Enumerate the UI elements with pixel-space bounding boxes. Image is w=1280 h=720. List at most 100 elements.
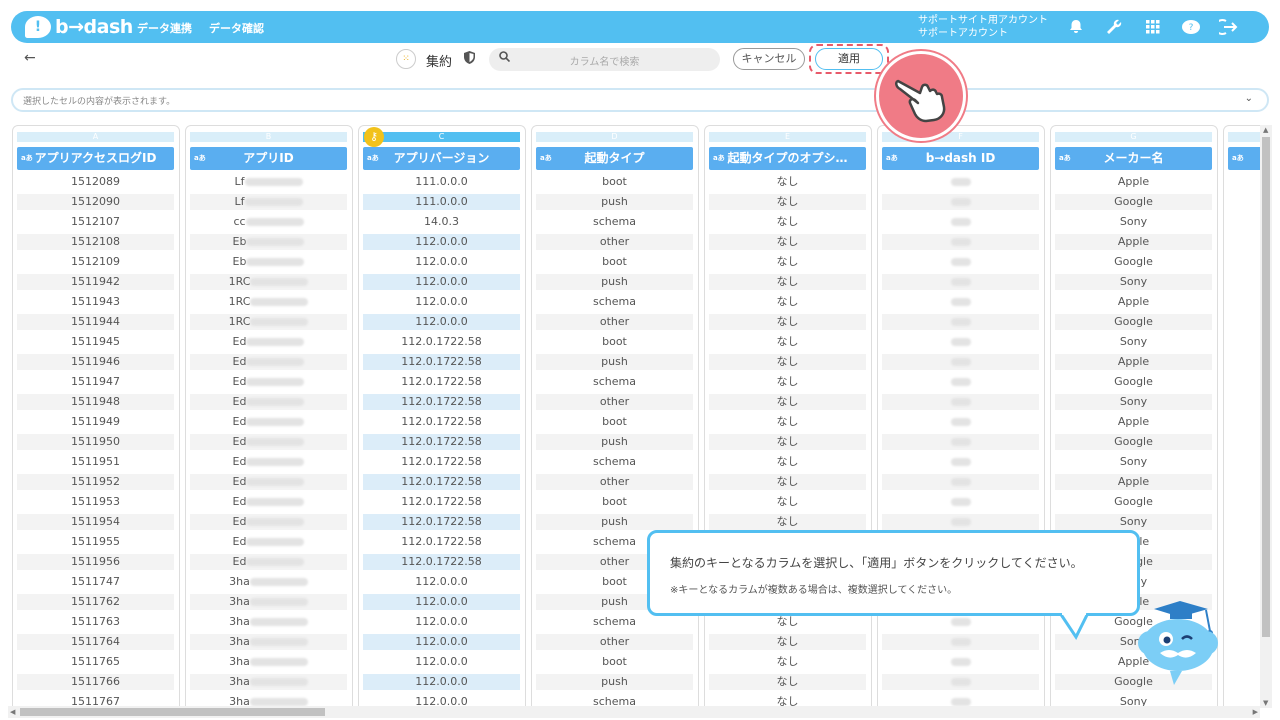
table-cell[interactable]: Ed (190, 394, 347, 410)
table-cell[interactable]: Apple (1055, 354, 1212, 370)
table-cell[interactable]: Ed (190, 494, 347, 510)
column-header[interactable]: aあ アプリアクセスログID (17, 147, 174, 170)
table-cell[interactable]: Lf (190, 194, 347, 210)
grid-icon[interactable] (1143, 17, 1163, 37)
table-cell[interactable]: Ed (190, 534, 347, 550)
table-cell[interactable] (882, 234, 1039, 250)
table-cell[interactable]: なし (709, 374, 866, 390)
table-cell[interactable]: 111.0.0.0 (363, 194, 520, 210)
shield-icon[interactable] (464, 51, 475, 67)
table-cell[interactable]: other (536, 634, 693, 650)
table-cell[interactable]: schema (536, 454, 693, 470)
table-cell[interactable]: 112.0.1722.58 (363, 374, 520, 390)
table-cell[interactable]: 1512107 (17, 214, 174, 230)
column-letter[interactable]: B (190, 132, 347, 142)
table-cell[interactable]: 112.0.0.0 (363, 254, 520, 270)
table-cell[interactable]: other (536, 234, 693, 250)
table-cell[interactable]: Ed (190, 474, 347, 490)
table-cell[interactable]: なし (709, 454, 866, 470)
table-cell[interactable]: 1RC (190, 294, 347, 310)
table-cell[interactable] (882, 454, 1039, 470)
table-cell[interactable]: boot (536, 174, 693, 190)
scroll-down-icon[interactable]: ▼ (1263, 699, 1268, 707)
table-cell[interactable]: boot (536, 334, 693, 350)
table-cell[interactable]: 1511949 (17, 414, 174, 430)
table-cell[interactable]: 1511952 (17, 474, 174, 490)
table-cell[interactable]: 112.0.1722.58 (363, 554, 520, 570)
table-cell[interactable]: 1511946 (17, 354, 174, 370)
table-cell[interactable] (882, 474, 1039, 490)
table-cell[interactable]: Apple (1055, 174, 1212, 190)
vertical-scroll-thumb[interactable] (1262, 137, 1270, 637)
table-cell[interactable]: push (536, 354, 693, 370)
table-cell[interactable]: Sony (1055, 334, 1212, 350)
table-cell[interactable]: boot (536, 654, 693, 670)
table-cell[interactable]: なし (709, 614, 866, 630)
table-cell[interactable]: なし (709, 174, 866, 190)
table-cell[interactable]: 1511764 (17, 634, 174, 650)
table-cell[interactable]: 3ha (190, 654, 347, 670)
table-cell[interactable]: Ed (190, 514, 347, 530)
table-cell[interactable]: 112.0.0.0 (363, 294, 520, 310)
scroll-left-icon[interactable]: ◀ (10, 708, 15, 716)
table-cell[interactable]: boot (536, 494, 693, 510)
wrench-icon[interactable] (1104, 17, 1124, 37)
table-cell[interactable]: なし (709, 254, 866, 270)
table-cell[interactable] (882, 174, 1039, 190)
table-cell[interactable]: なし (709, 434, 866, 450)
table-cell[interactable] (882, 254, 1039, 270)
table-cell[interactable]: Eb (190, 234, 347, 250)
column-header[interactable]: aあ b→dash ID (882, 147, 1039, 170)
table-cell[interactable]: Apple (1055, 474, 1212, 490)
table-cell[interactable]: 1511766 (17, 674, 174, 690)
table-cell[interactable]: 112.0.1722.58 (363, 474, 520, 490)
table-cell[interactable]: other (536, 474, 693, 490)
table-cell[interactable]: なし (709, 234, 866, 250)
table-cell[interactable]: 1511747 (17, 574, 174, 590)
table-cell[interactable]: 1511763 (17, 614, 174, 630)
table-cell[interactable]: 1512109 (17, 254, 174, 270)
table-cell[interactable]: Apple (1055, 294, 1212, 310)
column-header[interactable]: aあ メーカー名 (1055, 147, 1212, 170)
column-letter[interactable]: H (1228, 132, 1260, 142)
table-cell[interactable]: push (536, 434, 693, 450)
column-header[interactable]: aあ (1228, 147, 1260, 170)
column-d[interactable]: Daあ 起動タイプ boot push schema other boot push schem… (531, 125, 699, 708)
table-cell[interactable]: 112.0.1722.58 (363, 494, 520, 510)
table-cell[interactable]: push (536, 274, 693, 290)
table-cell[interactable]: 1512108 (17, 234, 174, 250)
table-cell[interactable]: Eb (190, 254, 347, 270)
table-cell[interactable] (882, 654, 1039, 670)
table-cell[interactable]: 1511953 (17, 494, 174, 510)
table-cell[interactable]: Ed (190, 374, 347, 390)
table-cell[interactable]: なし (709, 314, 866, 330)
table-cell[interactable]: 112.0.0.0 (363, 234, 520, 250)
column-e[interactable]: Eaあ 起動タイプのオプシ… なし なし なし なし なし なし なし なし なし なし なし なし なしな… (704, 125, 872, 708)
table-cell[interactable]: 1511945 (17, 334, 174, 350)
horizontal-scrollbar[interactable]: ◀ ▶ (8, 706, 1260, 718)
table-cell[interactable]: 112.0.1722.58 (363, 394, 520, 410)
table-cell[interactable]: schema (536, 374, 693, 390)
column-f[interactable]: Faあ b→dash ID (877, 125, 1045, 708)
table-cell[interactable]: 1RC (190, 314, 347, 330)
column-header[interactable]: aあ 起動タイプ (536, 147, 693, 170)
table-cell[interactable]: cc (190, 214, 347, 230)
column-letter[interactable]: D (536, 132, 693, 142)
table-cell[interactable]: 1511765 (17, 654, 174, 670)
table-cell[interactable]: 3ha (190, 674, 347, 690)
table-cell[interactable]: なし (709, 274, 866, 290)
table-cell[interactable]: なし (709, 354, 866, 370)
table-cell[interactable]: boot (536, 414, 693, 430)
table-cell[interactable]: 112.0.0.0 (363, 574, 520, 590)
table-cell[interactable]: 112.0.0.0 (363, 314, 520, 330)
table-cell[interactable]: Sony (1055, 454, 1212, 470)
table-cell[interactable]: 112.0.1722.58 (363, 454, 520, 470)
horizontal-scroll-thumb[interactable] (20, 708, 325, 716)
table-cell[interactable]: 1511950 (17, 434, 174, 450)
column-header[interactable]: aあ アプリバージョン (363, 147, 520, 170)
table-cell[interactable]: 3ha (190, 614, 347, 630)
table-cell[interactable]: 112.0.0.0 (363, 634, 520, 650)
table-cell[interactable]: 112.0.1722.58 (363, 514, 520, 530)
table-cell[interactable] (882, 414, 1039, 430)
table-cell[interactable]: 3ha (190, 634, 347, 650)
